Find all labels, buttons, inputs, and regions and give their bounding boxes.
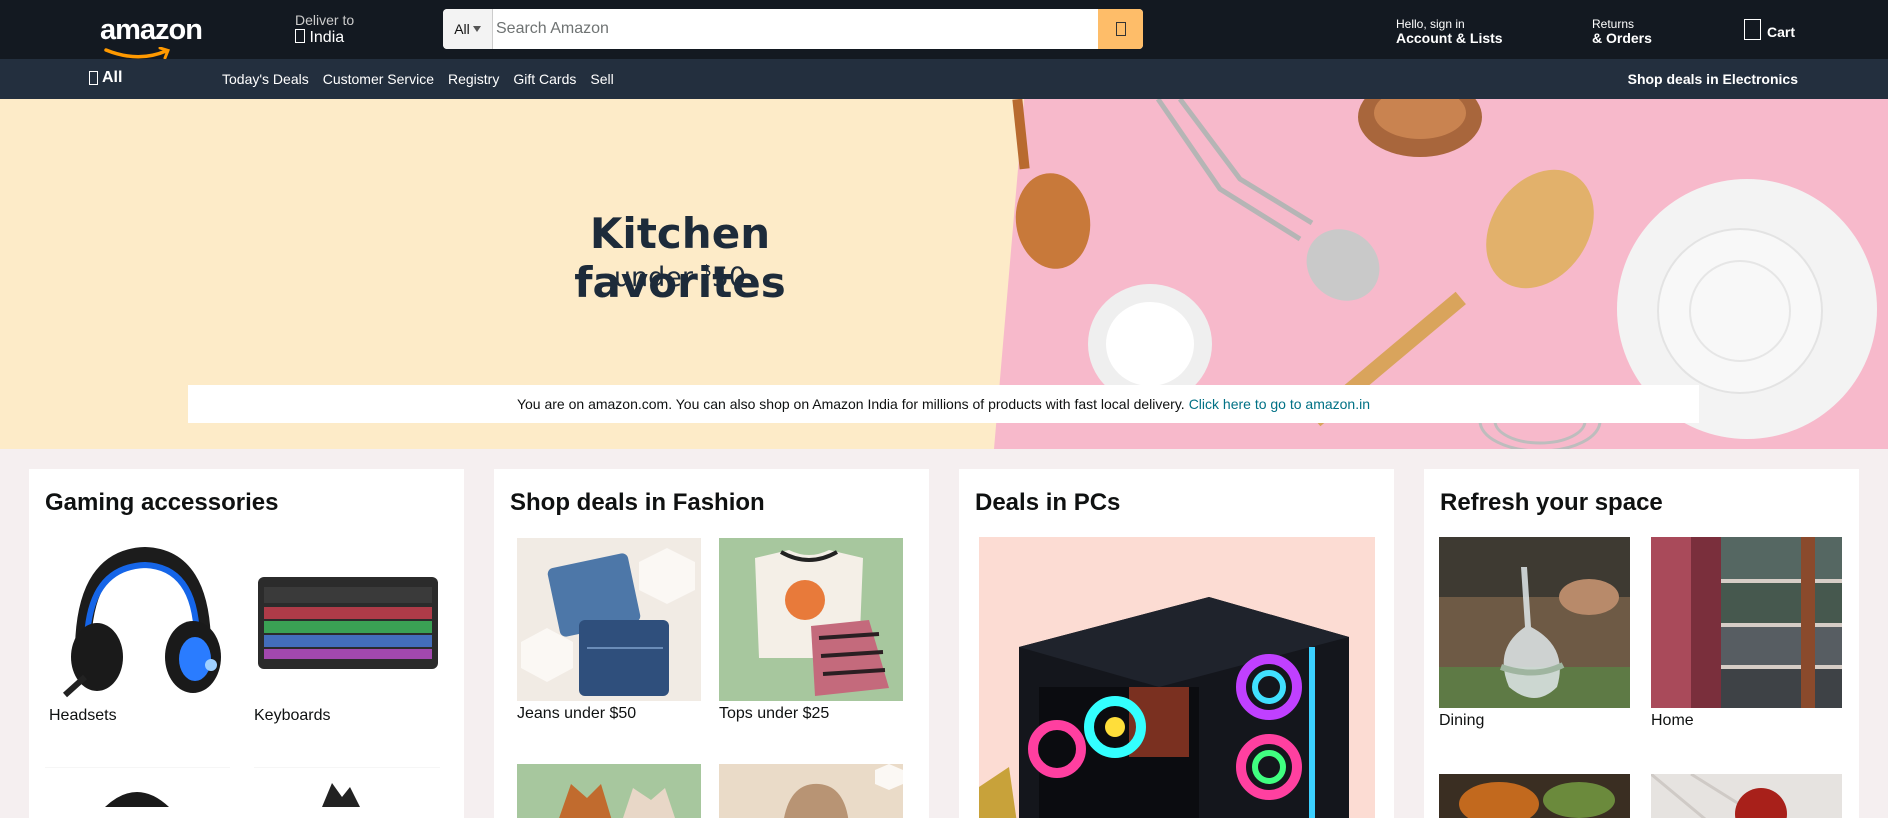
chair-image: [254, 767, 440, 807]
mouse-image: [45, 767, 230, 807]
keyboard-image: [254, 537, 440, 705]
hero-subtitle: under $50: [613, 261, 747, 293]
card-deals-pcs: Deals in PCs: [959, 469, 1394, 818]
account-lists-menu[interactable]: Hello, sign in Account & Lists: [1396, 17, 1503, 45]
tile-label[interactable]: Dining: [1439, 712, 1484, 730]
chairs-tile[interactable]: [254, 767, 440, 807]
card-title[interactable]: Shop deals in Fashion: [510, 489, 913, 517]
deliver-to[interactable]: Deliver to India: [295, 12, 354, 46]
hero-banner[interactable]: Kitchen favorites under $50 You are on a…: [0, 99, 1888, 449]
card-title[interactable]: Refresh your space: [1440, 489, 1843, 517]
tile-label[interactable]: Home: [1651, 712, 1694, 730]
kitchen-tile[interactable]: [1439, 774, 1630, 818]
all-menu-button[interactable]: All: [89, 69, 122, 87]
mice-tile[interactable]: [45, 767, 230, 807]
go-to-amazon-in-link[interactable]: Click here to go to amazon.in: [1189, 396, 1370, 412]
bag-image: [719, 764, 903, 818]
tile-label[interactable]: Headsets: [49, 707, 117, 725]
decor-tile[interactable]: [1651, 774, 1842, 818]
bags-tile[interactable]: [719, 764, 903, 818]
home-tile[interactable]: [1651, 537, 1842, 708]
dresses-tile[interactable]: [517, 764, 701, 818]
deliver-location: India: [309, 29, 345, 46]
jeans-tile[interactable]: [517, 538, 701, 701]
subnav-link-customer-service[interactable]: Customer Service: [323, 71, 434, 87]
tops-tile[interactable]: [719, 538, 903, 701]
tile-label[interactable]: Tops under $25: [719, 705, 829, 723]
location-pin-icon: [295, 29, 305, 43]
search-bar: All: [443, 9, 1143, 49]
jeans-image: [517, 538, 701, 701]
card-shop-deals-fashion: Shop deals in Fashion Jeans under $50 To…: [494, 469, 929, 818]
subnav-links: Today's Deals Customer Service Registry …: [222, 71, 628, 87]
tile-label[interactable]: Keyboards: [254, 707, 331, 725]
dining-tile[interactable]: [1439, 537, 1630, 708]
tops-image: [719, 538, 903, 701]
returns-orders-link[interactable]: Returns & Orders: [1592, 17, 1652, 45]
subnav-link-gift-cards[interactable]: Gift Cards: [513, 71, 576, 87]
dresses-image: [517, 764, 701, 818]
chevron-down-icon: [472, 26, 481, 32]
tile-label[interactable]: Jeans under $50: [517, 705, 636, 723]
gaming-pc-image: [979, 537, 1375, 818]
search-button[interactable]: [1098, 9, 1143, 49]
hamburger-icon: [89, 71, 98, 85]
cart-icon: [1744, 19, 1761, 40]
headset-image: [45, 537, 230, 705]
headsets-tile[interactable]: [45, 537, 230, 705]
subnav-link-todays-deals[interactable]: Today's Deals: [222, 71, 309, 87]
shop-deals-electronics-link[interactable]: Shop deals in Electronics: [1628, 71, 1798, 87]
card-title[interactable]: Deals in PCs: [975, 489, 1378, 517]
gaming-pc-tile[interactable]: [979, 537, 1375, 818]
decor-image: [1651, 774, 1842, 818]
search-icon: [1115, 22, 1126, 36]
region-notice: You are on amazon.com. You can also shop…: [188, 385, 1699, 423]
home-image: [1651, 537, 1842, 708]
subnav-link-sell[interactable]: Sell: [590, 71, 613, 87]
card-gaming-accessories: Gaming accessories Headsets Keyboards: [29, 469, 464, 818]
top-header: amazon Deliver to India All Hello, sign …: [0, 0, 1888, 60]
dining-image: [1439, 537, 1630, 708]
sub-navigation: All Today's Deals Customer Service Regis…: [0, 59, 1888, 99]
card-title[interactable]: Gaming accessories: [45, 489, 448, 517]
search-input[interactable]: [493, 9, 1098, 49]
search-category-select[interactable]: All: [443, 9, 493, 49]
subnav-link-registry[interactable]: Registry: [448, 71, 499, 87]
amazon-logo[interactable]: amazon: [100, 14, 203, 60]
kitchen-image: [1439, 774, 1630, 818]
keyboards-tile[interactable]: [254, 537, 440, 705]
card-refresh-your-space: Refresh your space Dining Home: [1424, 469, 1859, 818]
cart-button[interactable]: Cart: [1744, 19, 1795, 40]
